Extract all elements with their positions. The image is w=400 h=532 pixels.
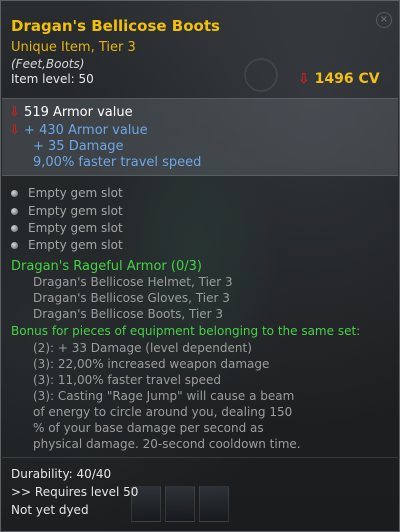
- cv-value: ⇩ 1496 CV: [298, 71, 380, 87]
- gem-slot[interactable]: Empty gem slot: [11, 186, 123, 200]
- bonus-armor-stat: ⇩ + 430 Armor value: [9, 123, 148, 138]
- armor-stat: ⇩ 519 Armor value: [9, 105, 133, 120]
- background-ring: [244, 58, 278, 92]
- set-bonus-line: (3): 11,00% faster travel speed: [33, 373, 221, 387]
- gem-socket-icon: [11, 242, 18, 249]
- gem-slot[interactable]: Empty gem slot: [11, 204, 123, 218]
- set-piece-gloves: Dragan's Bellicose Gloves, Tier 3: [33, 291, 230, 305]
- gem-socket-icon: [11, 225, 18, 232]
- bonus-armor-text: + 430 Armor value: [24, 123, 148, 138]
- background-tiles: [131, 486, 261, 526]
- set-bonus-line: (3): Casting "Rage Jump" will cause a be…: [33, 389, 295, 403]
- set-bonus-header: Bonus for pieces of equipment belonging …: [11, 324, 361, 338]
- item-rarity: Unique Item, Tier 3: [11, 40, 136, 55]
- close-icon[interactable]: ×: [376, 12, 392, 28]
- gem-socket-icon: [11, 208, 18, 215]
- gem-socket-icon: [11, 190, 18, 197]
- item-name: Dragan's Bellicose Boots: [11, 17, 220, 35]
- bonus-damage-stat: + 35 Damage: [33, 139, 124, 154]
- armor-text: 519 Armor value: [24, 105, 133, 120]
- down-arrow-icon: ⇩: [9, 105, 20, 120]
- item-tooltip: × Dragan's Bellicose Boots Unique Item, …: [0, 0, 400, 532]
- item-level: Item level: 50: [11, 72, 94, 86]
- gem-slot[interactable]: Empty gem slot: [11, 238, 123, 252]
- set-piece-helmet: Dragan's Bellicose Helmet, Tier 3: [33, 275, 233, 289]
- set-piece-boots: Dragan's Bellicose Boots, Tier 3: [33, 307, 224, 321]
- gem-slot[interactable]: Empty gem slot: [11, 221, 123, 235]
- item-slot: (Feet,Boots): [11, 57, 85, 71]
- set-title: Dragan's Rageful Armor (0/3): [11, 259, 202, 274]
- set-bonus-line: % of your base damage per second as: [33, 421, 264, 435]
- set-bonus-line: (3): 22,00% increased weapon damage: [33, 357, 270, 371]
- durability: Durability: 40/40: [11, 467, 112, 481]
- set-bonus-line: of energy to circle around you, dealing …: [33, 405, 293, 419]
- background-tile: [165, 486, 195, 522]
- background-tile: [199, 486, 229, 522]
- down-arrow-icon: ⇩: [9, 123, 20, 138]
- travel-speed-stat: 9,00% faster travel speed: [33, 155, 202, 170]
- down-arrow-icon: ⇩: [298, 71, 310, 87]
- dye-status: Not yet dyed: [11, 503, 89, 517]
- cv-text: 1496 CV: [314, 71, 380, 87]
- level-requirement: >> Requires level 50: [11, 485, 139, 499]
- divider: [2, 457, 398, 458]
- set-bonus-line: (2): + 33 Damage (level dependent): [33, 341, 252, 355]
- set-bonus-line: physical damage. 20-second cooldown time…: [33, 437, 301, 451]
